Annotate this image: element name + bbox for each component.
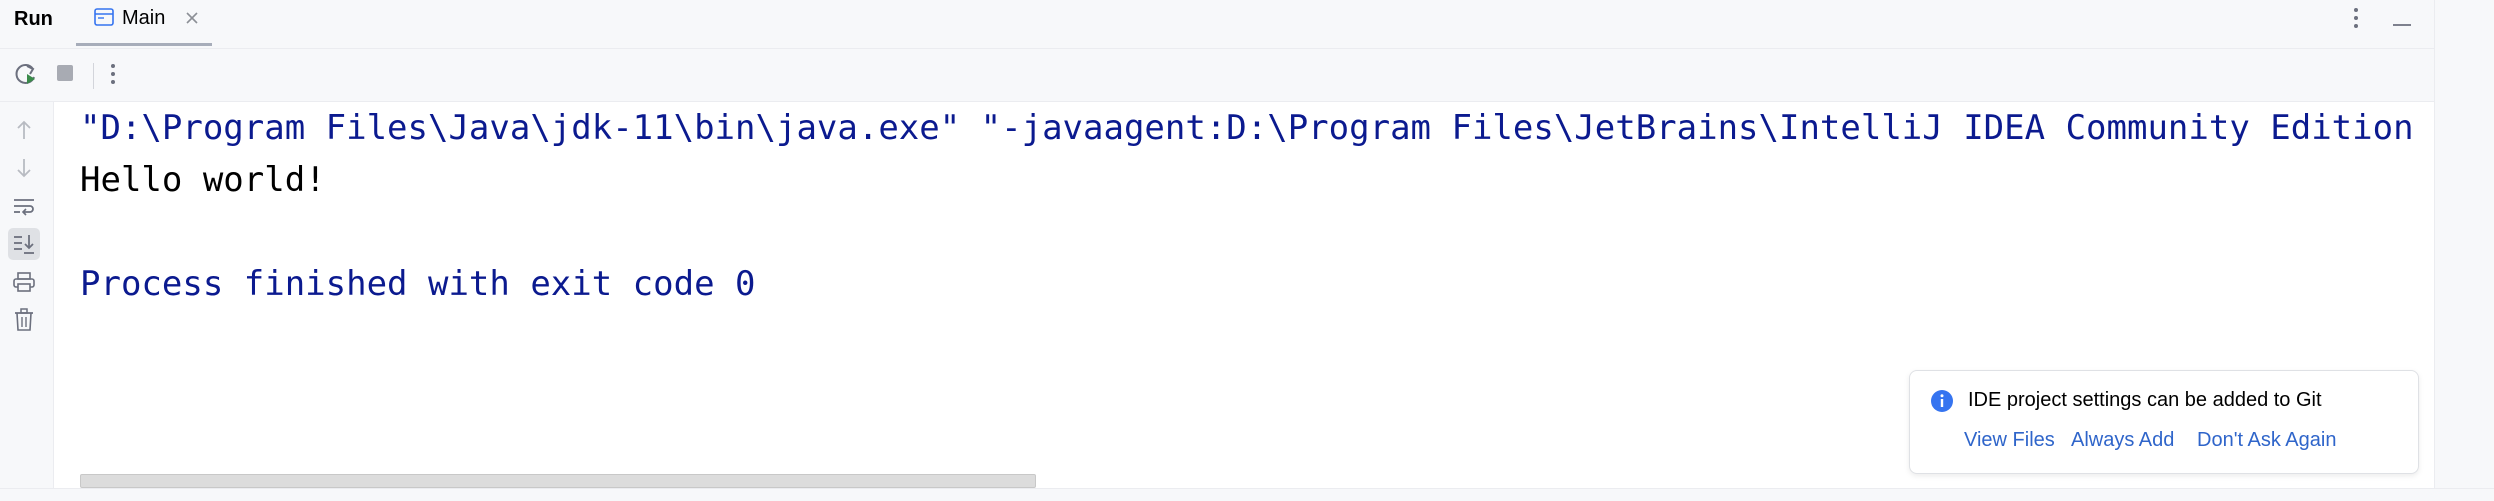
more-options-icon[interactable] <box>2352 6 2360 35</box>
run-toolbar <box>0 49 2434 102</box>
git-notification: IDE project settings can be added to Git… <box>1909 370 2419 474</box>
tool-window-header: Run Main <box>0 0 2434 49</box>
close-icon[interactable] <box>184 10 200 31</box>
console-command-line: "D:\Program Files\Java\jdk-11\bin\java.e… <box>80 108 2434 148</box>
trash-icon[interactable] <box>8 304 40 336</box>
dont-ask-again-link[interactable]: Don't Ask Again <box>2197 427 2336 453</box>
soft-wrap-icon[interactable] <box>8 190 40 222</box>
rerun-icon[interactable] <box>13 61 39 92</box>
window-icon <box>94 8 114 31</box>
info-icon <box>1930 389 1954 418</box>
toolbar-divider <box>93 63 94 89</box>
tab-main[interactable]: Main <box>76 0 212 46</box>
notification-message: IDE project settings can be added to Git <box>1968 389 2322 411</box>
view-files-link[interactable]: View Files <box>1964 427 2055 453</box>
horizontal-scrollbar[interactable] <box>80 474 1036 488</box>
tool-window-title: Run <box>14 8 53 30</box>
console-output-line: Hello world! <box>80 160 326 200</box>
tab-label: Main <box>122 7 166 29</box>
status-strip <box>0 488 2494 501</box>
more-options-icon[interactable] <box>109 62 117 91</box>
minimize-icon[interactable] <box>2392 14 2412 32</box>
console-exit-line: Process finished with exit code 0 <box>80 264 756 304</box>
print-icon[interactable] <box>8 266 40 298</box>
scroll-up-icon[interactable] <box>8 114 40 146</box>
scroll-down-icon[interactable] <box>8 152 40 184</box>
console-side-toolbar <box>0 102 54 488</box>
stop-icon[interactable] <box>55 63 75 88</box>
always-add-link[interactable]: Always Add <box>2071 427 2174 453</box>
scroll-to-end-icon[interactable] <box>8 228 40 260</box>
right-edge-strip <box>2434 0 2494 500</box>
